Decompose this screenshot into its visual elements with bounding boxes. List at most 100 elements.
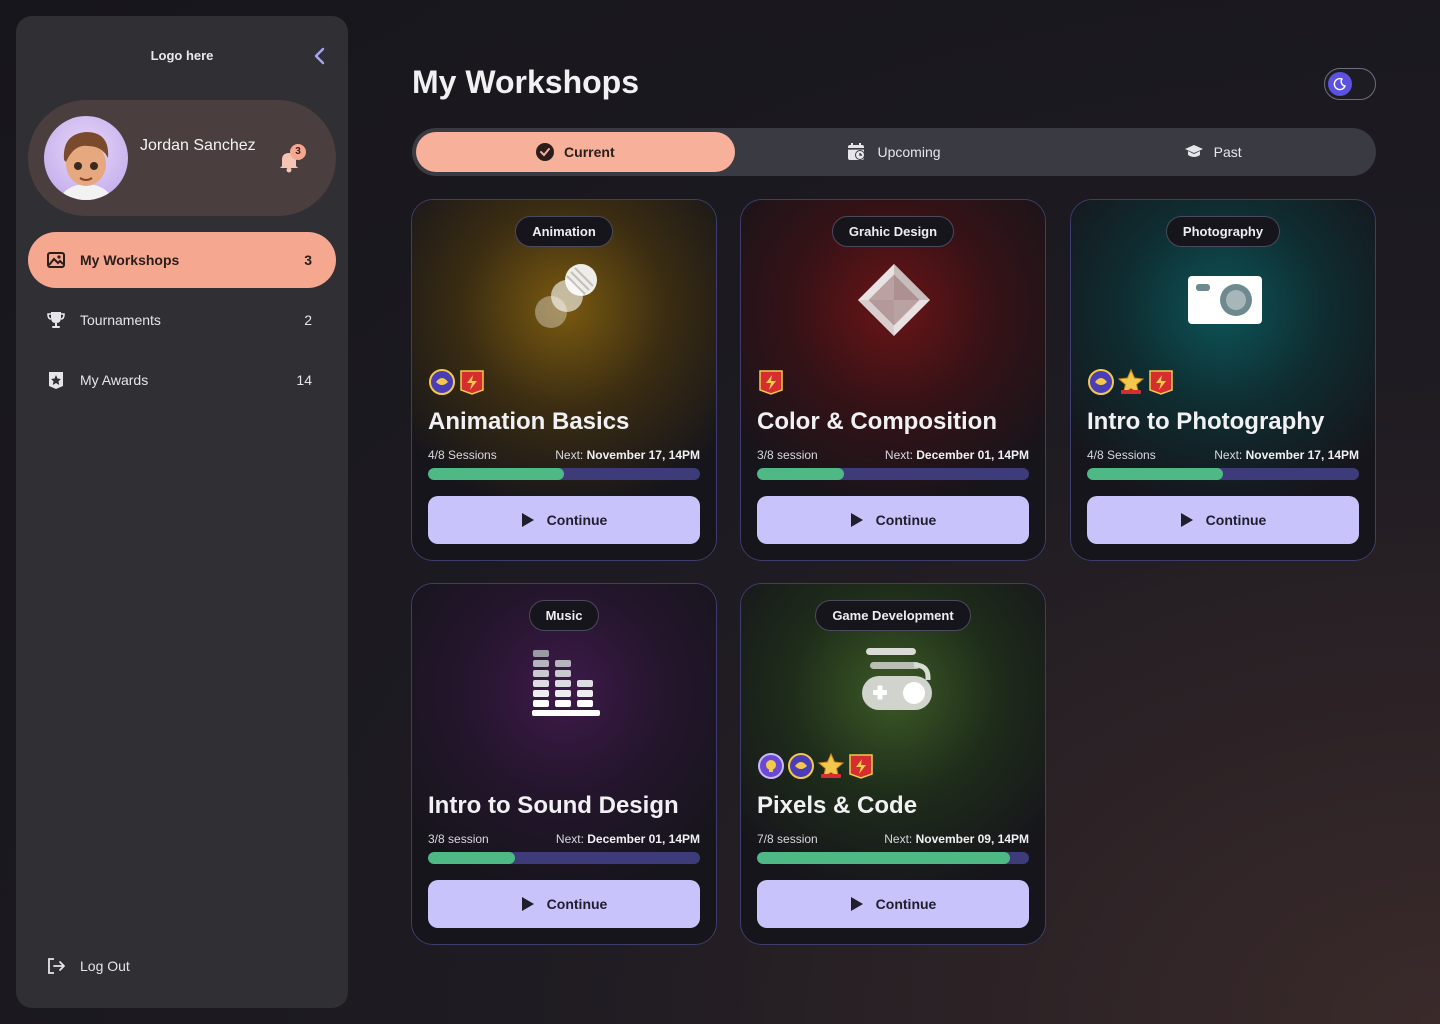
next-date: November 17, 14PM <box>586 448 700 462</box>
sessions-count: 4/8 Sessions <box>428 448 497 462</box>
logout-button[interactable]: Log Out <box>46 956 130 976</box>
session-meta: 3/8 session Next: December 01, 14PM <box>757 448 1029 462</box>
tab-label: Upcoming <box>877 144 941 160</box>
category-badge: Game Development <box>815 600 971 631</box>
progress-fill <box>428 852 516 864</box>
play-icon <box>850 897 863 911</box>
category-badge: Animation <box>515 216 613 247</box>
sessions-count: 4/8 Sessions <box>1087 448 1156 462</box>
sessions-count: 7/8 session <box>757 832 818 846</box>
badges <box>757 752 875 782</box>
play-icon <box>850 513 863 527</box>
speed-badge-icon <box>849 754 873 779</box>
continue-label: Continue <box>1205 512 1267 528</box>
logout-label: Log Out <box>80 958 130 974</box>
workshop-title: Animation Basics <box>428 408 630 435</box>
theme-knob <box>1328 72 1352 96</box>
next-label: Next: <box>555 448 584 462</box>
session-meta: 4/8 Sessions Next: November 17, 14PM <box>1087 448 1359 462</box>
progress-bar <box>428 468 700 480</box>
next-session: Next: November 17, 14PM <box>1214 448 1359 462</box>
idea-badge-icon <box>758 753 784 779</box>
logo: Logo here <box>150 48 214 63</box>
collapse-sidebar-button[interactable] <box>312 46 328 66</box>
badges <box>428 368 486 398</box>
next-session: Next: November 09, 14PM <box>884 832 1029 846</box>
image-icon <box>46 250 66 270</box>
sidebar-item-count: 14 <box>296 372 312 388</box>
sidebar-item-label: My Workshops <box>80 252 180 268</box>
tab-upcoming[interactable]: Upcoming <box>735 132 1054 172</box>
trophy-icon <box>46 310 66 330</box>
badges <box>757 368 785 398</box>
progress-bar <box>428 852 700 864</box>
session-meta: 3/8 session Next: December 01, 14PM <box>428 832 700 846</box>
next-session: Next: December 01, 14PM <box>556 832 700 846</box>
next-session: Next: November 17, 14PM <box>555 448 700 462</box>
workshop-card[interactable]: Photography Intro to Photography 4/8 Ses… <box>1070 199 1376 561</box>
workshop-card[interactable]: Animation Animation Basics 4/8 Sessions … <box>411 199 717 561</box>
tab-past[interactable]: Past <box>1053 132 1372 172</box>
diamond-icon <box>858 264 930 336</box>
sidebar-item-label: My Awards <box>80 372 149 388</box>
sessions-count: 3/8 session <box>428 832 489 846</box>
progress-bar <box>757 852 1029 864</box>
team-badge-icon <box>429 369 455 395</box>
sidebar-item-my-workshops[interactable]: My Workshops 3 <box>28 232 336 288</box>
workshop-card[interactable]: Music Intro to Sound Design 3/8 session … <box>411 583 717 945</box>
workshop-card[interactable]: Game Development Pixels & Code 7/8 sessi… <box>740 583 1046 945</box>
user-name: Jordan Sanchez <box>140 137 256 154</box>
profile-card[interactable]: Jordan Sanchez 3 <box>28 100 336 216</box>
tab-label: Current <box>564 144 615 160</box>
continue-button[interactable]: Continue <box>757 880 1029 928</box>
play-icon <box>1180 513 1193 527</box>
page-title: My Workshops <box>412 64 639 100</box>
theme-toggle[interactable] <box>1324 68 1376 100</box>
next-date: December 01, 14PM <box>587 832 700 846</box>
animation-icon <box>535 264 597 328</box>
badges <box>1087 368 1175 398</box>
star-badge-icon <box>817 752 845 779</box>
continue-label: Continue <box>875 512 937 528</box>
progress-bar <box>1087 468 1359 480</box>
workshop-card[interactable]: Grahic Design Color & Composition 3/8 se… <box>740 199 1046 561</box>
continue-label: Continue <box>546 512 608 528</box>
next-date: December 01, 14PM <box>916 448 1029 462</box>
progress-fill <box>757 852 1010 864</box>
play-icon <box>521 513 534 527</box>
chevron-left-icon <box>314 47 325 65</box>
tab-current[interactable]: Current <box>416 132 735 172</box>
category-badge: Grahic Design <box>831 216 955 247</box>
workshop-title: Pixels & Code <box>757 792 918 819</box>
team-badge-icon <box>1088 369 1114 395</box>
sessions-count: 3/8 session <box>757 448 818 462</box>
notifications-button[interactable]: 3 <box>278 144 308 173</box>
continue-button[interactable]: Continue <box>428 496 700 544</box>
graduation-cap-icon <box>1184 145 1203 157</box>
continue-label: Continue <box>546 896 608 912</box>
continue-button[interactable]: Continue <box>1087 496 1359 544</box>
sidebar: Logo here Jordan Sanchez 3 My Workshops … <box>16 16 348 1008</box>
workshop-tabs: Current Upcoming Past <box>412 128 1376 176</box>
sidebar-item-label: Tournaments <box>80 312 161 328</box>
continue-button[interactable]: Continue <box>428 880 700 928</box>
continue-label: Continue <box>875 896 937 912</box>
progress-fill <box>428 468 564 480</box>
progress-bar <box>757 468 1029 480</box>
workshop-title: Intro to Sound Design <box>428 792 679 819</box>
next-date: November 17, 14PM <box>1245 448 1359 462</box>
logout-icon <box>48 958 65 974</box>
sidebar-item-my-awards[interactable]: My Awards 14 <box>28 352 336 408</box>
continue-button[interactable]: Continue <box>757 496 1029 544</box>
check-circle-icon <box>536 143 555 161</box>
sidebar-item-tournaments[interactable]: Tournaments 2 <box>28 292 336 348</box>
category-badge: Music <box>528 600 600 631</box>
equalizer-icon <box>532 650 600 716</box>
speed-badge-icon <box>1149 370 1173 395</box>
avatar <box>44 116 128 200</box>
category-badge: Photography <box>1165 216 1281 247</box>
tab-label: Past <box>1213 144 1242 160</box>
next-label: Next: <box>1214 448 1243 462</box>
next-label: Next: <box>555 832 584 846</box>
speed-badge-icon <box>759 370 783 395</box>
